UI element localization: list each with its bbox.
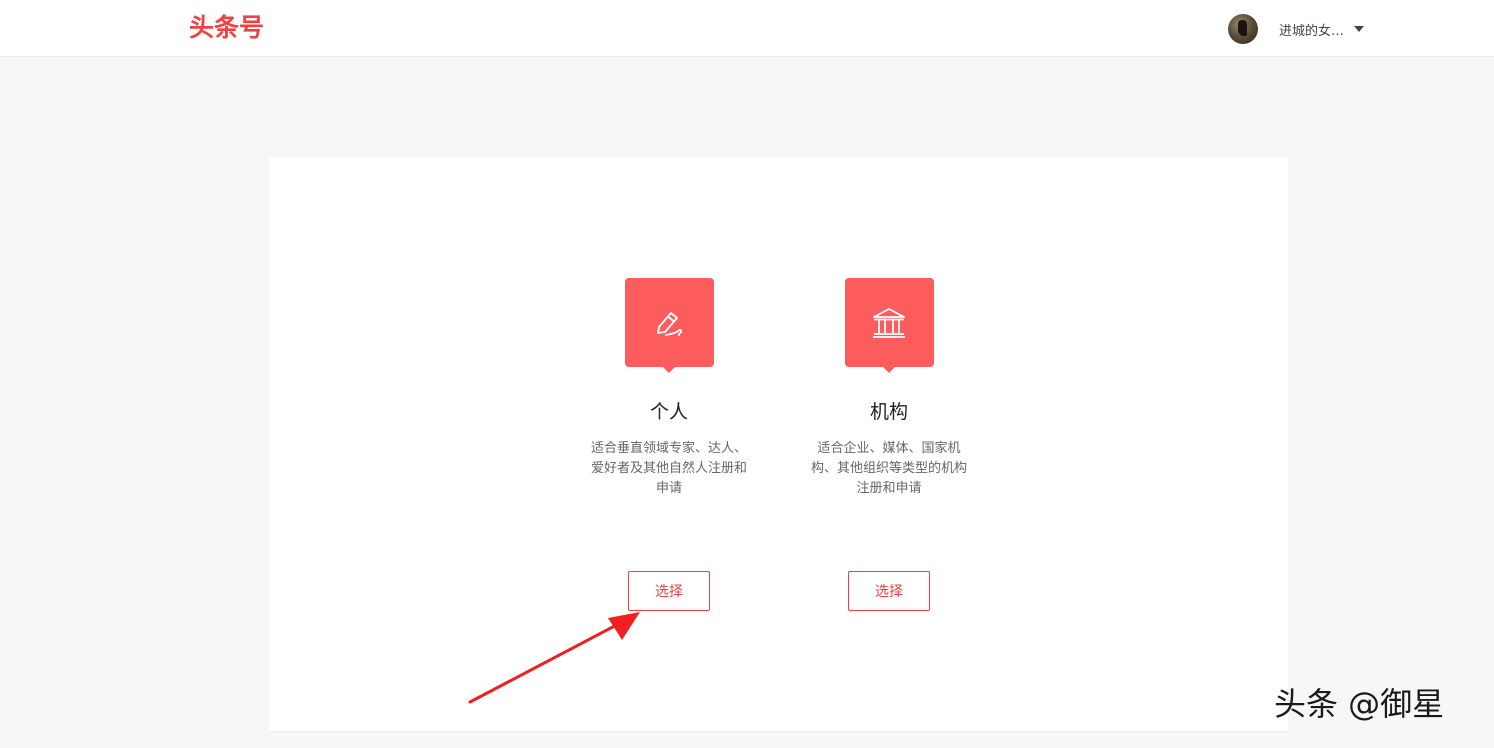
- account-type-card: 个人 适合垂直领域专家、达人、爱好者及其他自然人注册和申请 机构 适合企业、媒体…: [269, 157, 1288, 731]
- caret-down-icon[interactable]: [1354, 26, 1365, 32]
- option-organization: 机构 适合企业、媒体、国家机构、其他组织等类型的机构注册和申请: [809, 278, 969, 499]
- select-organization-button[interactable]: 选择: [848, 571, 930, 611]
- watermark-text: 头条 @御星: [1274, 685, 1445, 723]
- top-header: 头条号 进城的女…: [0, 0, 1494, 57]
- user-name[interactable]: 进城的女…: [1279, 20, 1344, 39]
- option-title: 个人: [649, 401, 688, 423]
- annotation-arrow: [468, 612, 640, 704]
- institution-building-icon: [873, 307, 905, 338]
- toutiaohao-logo[interactable]: 头条号: [189, 12, 264, 44]
- organization-icon-tile: [844, 278, 934, 373]
- avatar[interactable]: [1228, 14, 1258, 44]
- option-description: 适合企业、媒体、国家机构、其他组织等类型的机构注册和申请: [810, 441, 967, 496]
- pen-icon: [657, 311, 683, 336]
- option-personal: 个人 适合垂直领域专家、达人、爱好者及其他自然人注册和申请: [589, 278, 749, 499]
- option-title: 机构: [869, 401, 908, 423]
- personal-icon-tile: [624, 278, 714, 373]
- option-description: 适合垂直领域专家、达人、爱好者及其他自然人注册和申请: [590, 441, 747, 496]
- user-menu[interactable]: 进城的女…: [1228, 13, 1365, 45]
